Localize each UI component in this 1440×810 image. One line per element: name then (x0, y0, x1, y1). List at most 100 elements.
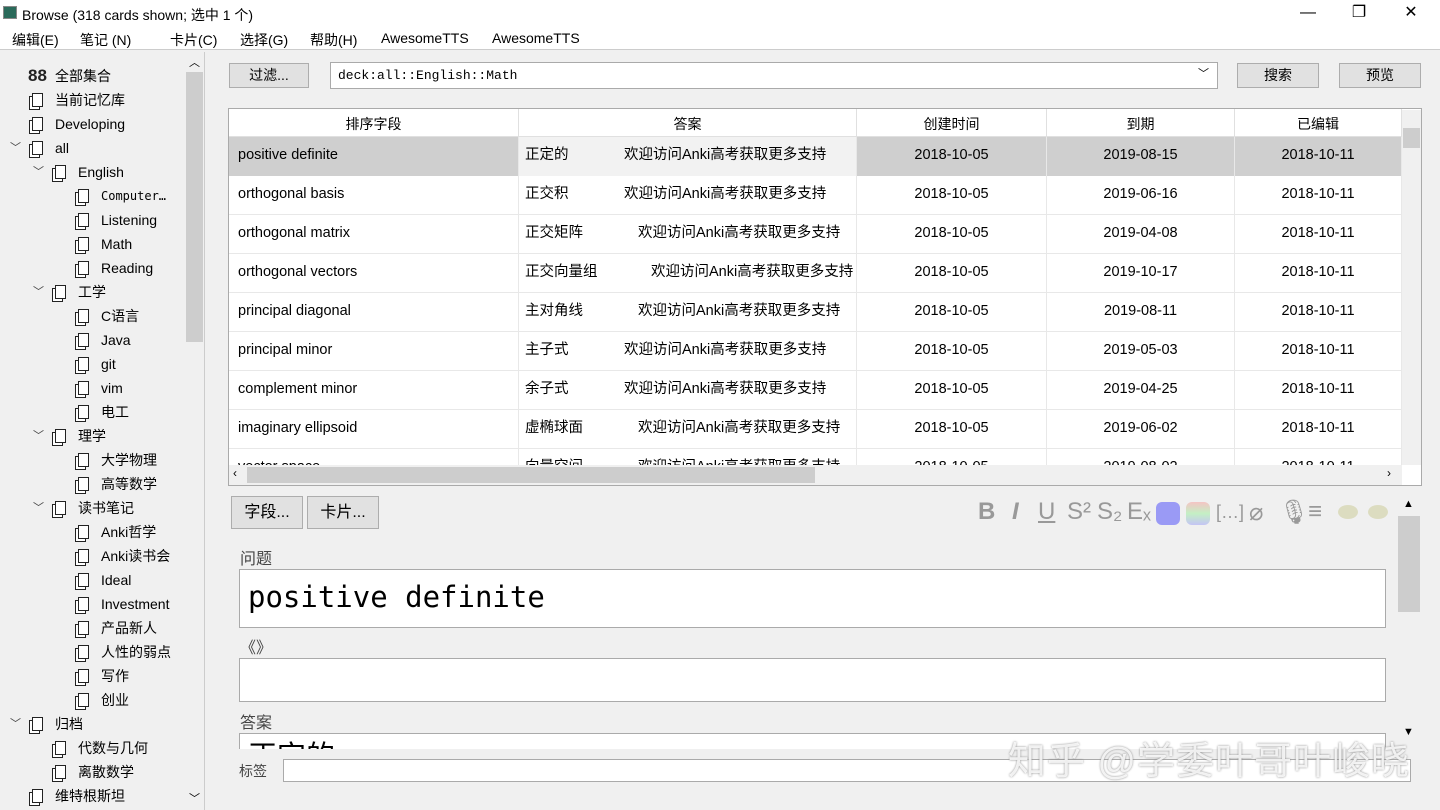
sidebar-item[interactable]: 维特根斯坦 (0, 784, 185, 808)
superscript-icon[interactable]: S² (1067, 498, 1091, 526)
sidebar-item[interactable]: ﹀ 工学 (0, 280, 185, 304)
sidebar-item[interactable]: Computer… (0, 184, 185, 208)
edited-cell: 2018-10-11 (1235, 410, 1402, 449)
sidebar-item[interactable]: 代数与几何 (0, 736, 185, 760)
editor-scrollbar[interactable]: ▲ ▼ (1398, 498, 1420, 738)
sidebar-item[interactable]: 电工 (0, 400, 185, 424)
table-row[interactable]: orthogonal basis 正交积 欢迎访问Anki高考获取更多支持 2018-… (229, 176, 1402, 215)
sidebar-item[interactable]: 当前记忆库 (0, 88, 185, 112)
cloze-icon[interactable]: […] (1216, 502, 1244, 523)
menu-select[interactable]: 选择(G) (240, 30, 288, 50)
sidebar-item[interactable]: Anki哲学 (0, 520, 185, 544)
table-row[interactable]: orthogonal vectors 正交向量组 欢迎访问Anki高考获取更多支持 2… (229, 254, 1402, 293)
chevron-down-icon[interactable]: ﹀ (33, 496, 44, 520)
italic-icon[interactable]: I (1012, 498, 1019, 526)
column-header[interactable]: 创建时间 (857, 109, 1047, 137)
menu-cards[interactable]: 卡片(C) (170, 30, 217, 50)
speaker-icon-2[interactable] (1368, 505, 1388, 519)
table-row[interactable]: imaginary ellipsoid 虚椭球面 欢迎访问Anki高考获取更多支持 2… (229, 410, 1402, 449)
column-header[interactable]: 已编辑 (1235, 109, 1402, 137)
sidebar-item[interactable]: 88 全部集合 (0, 64, 185, 88)
scroll-right-icon[interactable]: › (1387, 466, 1391, 480)
sidebar-item[interactable]: 人性的弱点 (0, 640, 185, 664)
sidebar-item[interactable]: 高等数学 (0, 472, 185, 496)
sidebar-item[interactable]: ﹀ 理学 (0, 424, 185, 448)
sidebar-item[interactable]: 写作 (0, 664, 185, 688)
close-button[interactable]: ✕ (1388, 2, 1434, 26)
table-row[interactable]: positive definite 正定的 欢迎访问Anki高考获取更多支持 2018… (229, 137, 1402, 176)
bold-icon[interactable]: B (978, 498, 995, 526)
sidebar-item[interactable]: Anki读书会 (0, 544, 185, 568)
subscript-icon[interactable]: S₂ (1097, 498, 1122, 526)
sidebar-item-label: Java (101, 332, 131, 348)
sidebar-item[interactable]: ﹀ 读书笔记 (0, 496, 185, 520)
sidebar-item[interactable]: 离散数学 (0, 760, 185, 784)
sidebar-item[interactable]: ﹀ English (0, 160, 185, 184)
chevron-down-icon[interactable]: ﹀ (1198, 63, 1209, 88)
chevron-down-icon[interactable]: ﹀ (33, 160, 44, 184)
table-row[interactable]: principal minor 主子式 欢迎访问Anki高考获取更多支持 2018-1… (229, 332, 1402, 371)
chevron-down-icon[interactable]: ﹀ (10, 712, 21, 736)
scroll-left-icon[interactable]: ‹ (233, 466, 237, 480)
table-hscroll-thumb[interactable] (247, 467, 815, 483)
sidebar-item[interactable]: Reading (0, 256, 185, 280)
table-horizontal-scrollbar[interactable]: ‹ › (229, 465, 1402, 485)
chevron-down-icon[interactable]: ﹀ (33, 280, 44, 304)
clear-format-icon[interactable]: Eₓ (1127, 498, 1151, 526)
table-row[interactable]: complement minor 余子式 欢迎访问Anki高考获取更多支持 2018-… (229, 371, 1402, 410)
sidebar-item[interactable]: Java (0, 328, 185, 352)
sidebar-item[interactable]: 产品新人 (0, 616, 185, 640)
search-input[interactable]: deck:all::English::Math ﹀ (330, 62, 1218, 89)
column-header[interactable]: 排序字段 (229, 109, 519, 137)
search-button[interactable]: 搜索 (1237, 63, 1319, 88)
fields-button[interactable]: 字段... (231, 496, 303, 529)
sort-cell: principal diagonal (229, 293, 519, 332)
menu-edit[interactable]: 编辑(E) (12, 30, 59, 50)
sidebar-item[interactable]: 大学物理 (0, 448, 185, 472)
sidebar-item[interactable]: git (0, 352, 185, 376)
scroll-down-icon[interactable]: ﹀ (189, 790, 200, 806)
sidebar-item[interactable]: Math (0, 232, 185, 256)
table-row[interactable]: orthogonal matrix 正交矩阵 欢迎访问Anki高考获取更多支持 201… (229, 215, 1402, 254)
editor-scroll-thumb[interactable] (1398, 516, 1420, 612)
question-field[interactable]: positive definite (239, 569, 1386, 628)
minimize-button[interactable]: — (1285, 2, 1331, 26)
menu-lines-icon[interactable]: ≡ (1308, 498, 1322, 526)
filter-button[interactable]: 过滤... (229, 63, 309, 88)
scroll-up-icon[interactable]: ▲ (1403, 498, 1414, 510)
speaker-icon[interactable] (1338, 505, 1358, 519)
text-color-icon[interactable] (1156, 502, 1180, 525)
sidebar-item-label: Computer… (101, 189, 167, 203)
menu-notes[interactable]: 笔记 (N) (80, 30, 131, 50)
due-cell: 2019-08-15 (1047, 137, 1235, 176)
sidebar-item[interactable]: 创业 (0, 688, 185, 712)
sidebar-item[interactable]: Developing (0, 112, 185, 136)
menu-awesometts[interactable]: AwesomeTTS (381, 30, 469, 46)
sidebar-item[interactable]: Listening (0, 208, 185, 232)
preview-button[interactable]: 预览 (1339, 63, 1421, 88)
menu-awesometts-2[interactable]: AwesomeTTS (492, 30, 580, 46)
sidebar-item[interactable]: vim (0, 376, 185, 400)
sidebar-item[interactable]: Ideal (0, 568, 185, 592)
sidebar-item[interactable]: C语言 (0, 304, 185, 328)
sidebar-scroll-thumb[interactable] (186, 72, 203, 342)
maximize-button[interactable]: ❐ (1336, 2, 1382, 26)
sidebar-item[interactable]: ﹀ all (0, 136, 185, 160)
cards-button[interactable]: 卡片... (307, 496, 379, 529)
column-header[interactable]: 到期 (1047, 109, 1235, 137)
underline-icon[interactable]: U (1038, 498, 1055, 526)
scroll-up-icon[interactable]: ︿ (189, 54, 200, 70)
attachment-icon[interactable]: ⌀ (1249, 498, 1263, 527)
brackets-field[interactable] (239, 658, 1386, 702)
sidebar-item[interactable]: Investment (0, 592, 185, 616)
microphone-icon[interactable]: 🎙 (1279, 498, 1309, 527)
menu-help[interactable]: 帮助(H) (310, 30, 357, 50)
table-vscroll-thumb[interactable] (1403, 128, 1420, 148)
sidebar-item[interactable]: ﹀ 归档 (0, 712, 185, 736)
table-row[interactable]: principal diagonal 主对角线 欢迎访问Anki高考获取更多支持 20… (229, 293, 1402, 332)
chevron-down-icon[interactable]: ﹀ (10, 136, 21, 160)
chevron-down-icon[interactable]: ﹀ (33, 424, 44, 448)
highlight-color-icon[interactable] (1186, 502, 1210, 525)
column-header[interactable]: 答案 (519, 109, 857, 137)
table-vertical-scrollbar[interactable] (1402, 110, 1421, 465)
